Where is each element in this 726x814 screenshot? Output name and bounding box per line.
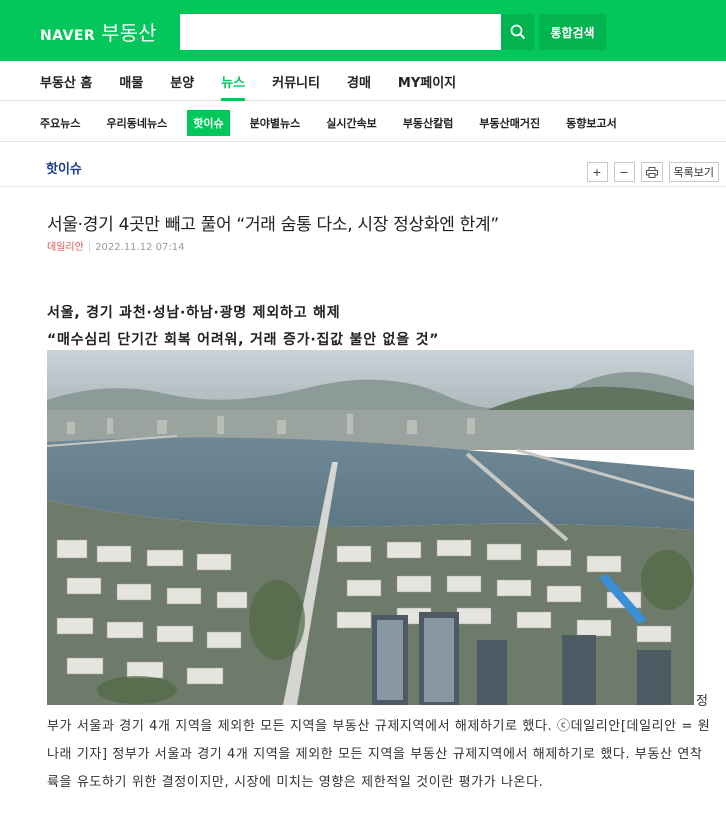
section-header: 핫이슈 + − 목록보기	[0, 142, 726, 187]
service-name: 부동산	[101, 21, 157, 45]
news-sub-nav: 주요뉴스 우리동네뉴스 핫이슈 분야별뉴스 실시간속보 부동산칼럼 부동산매거진…	[0, 101, 726, 142]
section-title: 핫이슈	[46, 162, 82, 177]
meta-divider: |	[87, 242, 92, 253]
caption-lead-char: 정	[696, 694, 708, 709]
naver-real-estate-logo[interactable]: NAVER 부동산	[40, 17, 156, 46]
sub-nav-item-breaking[interactable]: 실시간속보	[320, 110, 383, 136]
article-subhead-2: “매수심리 단기간 회복 어려워, 거래 증가·집값 불안 없을 것”	[47, 332, 440, 348]
article-body: 부가 서울과 경기 4개 지역을 제외한 모든 지역을 부동산 규제지역에서 해…	[47, 719, 711, 790]
naver-brand: NAVER	[40, 28, 96, 44]
article-photo	[47, 350, 694, 705]
press-name[interactable]: 데일리안	[47, 242, 84, 253]
search-button[interactable]	[501, 14, 534, 50]
aerial-city-photo	[47, 350, 694, 705]
print-button[interactable]	[640, 162, 663, 182]
article-headline: 서울·경기 4곳만 빼고 풀어 “거래 숨통 다소, 시장 정상화엔 한계”	[47, 215, 499, 235]
article-subhead-1: 서울, 경기 과천·성남·하남·광명 제외하고 해제	[47, 305, 341, 321]
main-nav: 부동산 홈 매물 분양 뉴스 커뮤니티 경매 MY페이지	[0, 61, 726, 101]
main-nav-item-mypage[interactable]: MY페이지	[398, 72, 456, 91]
main-nav-item-listings[interactable]: 매물	[119, 72, 143, 91]
search-input[interactable]	[180, 14, 501, 50]
search-icon	[510, 24, 525, 40]
sub-nav-item-report[interactable]: 동향보고서	[560, 110, 623, 136]
main-nav-item-community[interactable]: 커뮤니티	[272, 72, 320, 91]
sub-nav-item-category-news[interactable]: 분야별뉴스	[244, 110, 307, 136]
article-tools: + − 목록보기	[586, 162, 719, 182]
sub-nav-item-local-news[interactable]: 우리동네뉴스	[100, 110, 173, 136]
article-meta: 데일리안 | 2022.11.12 07:14	[47, 238, 184, 253]
list-view-button[interactable]: 목록보기	[668, 162, 719, 182]
sub-nav-item-hot-issue[interactable]: 핫이슈	[187, 110, 230, 136]
font-size-decrease-button[interactable]: −	[613, 162, 635, 182]
print-icon	[645, 166, 658, 178]
top-header: NAVER 부동산 통합검색	[0, 0, 726, 61]
sub-nav-item-magazine[interactable]: 부동산매거진	[473, 110, 546, 136]
main-nav-item-home[interactable]: 부동산 홈	[40, 72, 92, 91]
article-datetime: 2022.11.12 07:14	[95, 242, 185, 253]
main-nav-item-auction[interactable]: 경매	[347, 72, 371, 91]
sub-nav-item-top-news[interactable]: 주요뉴스	[34, 110, 86, 136]
main-nav-item-news[interactable]: 뉴스	[221, 72, 245, 101]
sub-nav-item-column[interactable]: 부동산칼럼	[397, 110, 460, 136]
font-size-increase-button[interactable]: +	[586, 162, 608, 182]
integrated-search-button[interactable]: 통합검색	[539, 14, 606, 50]
main-nav-item-presale[interactable]: 분양	[170, 72, 194, 91]
